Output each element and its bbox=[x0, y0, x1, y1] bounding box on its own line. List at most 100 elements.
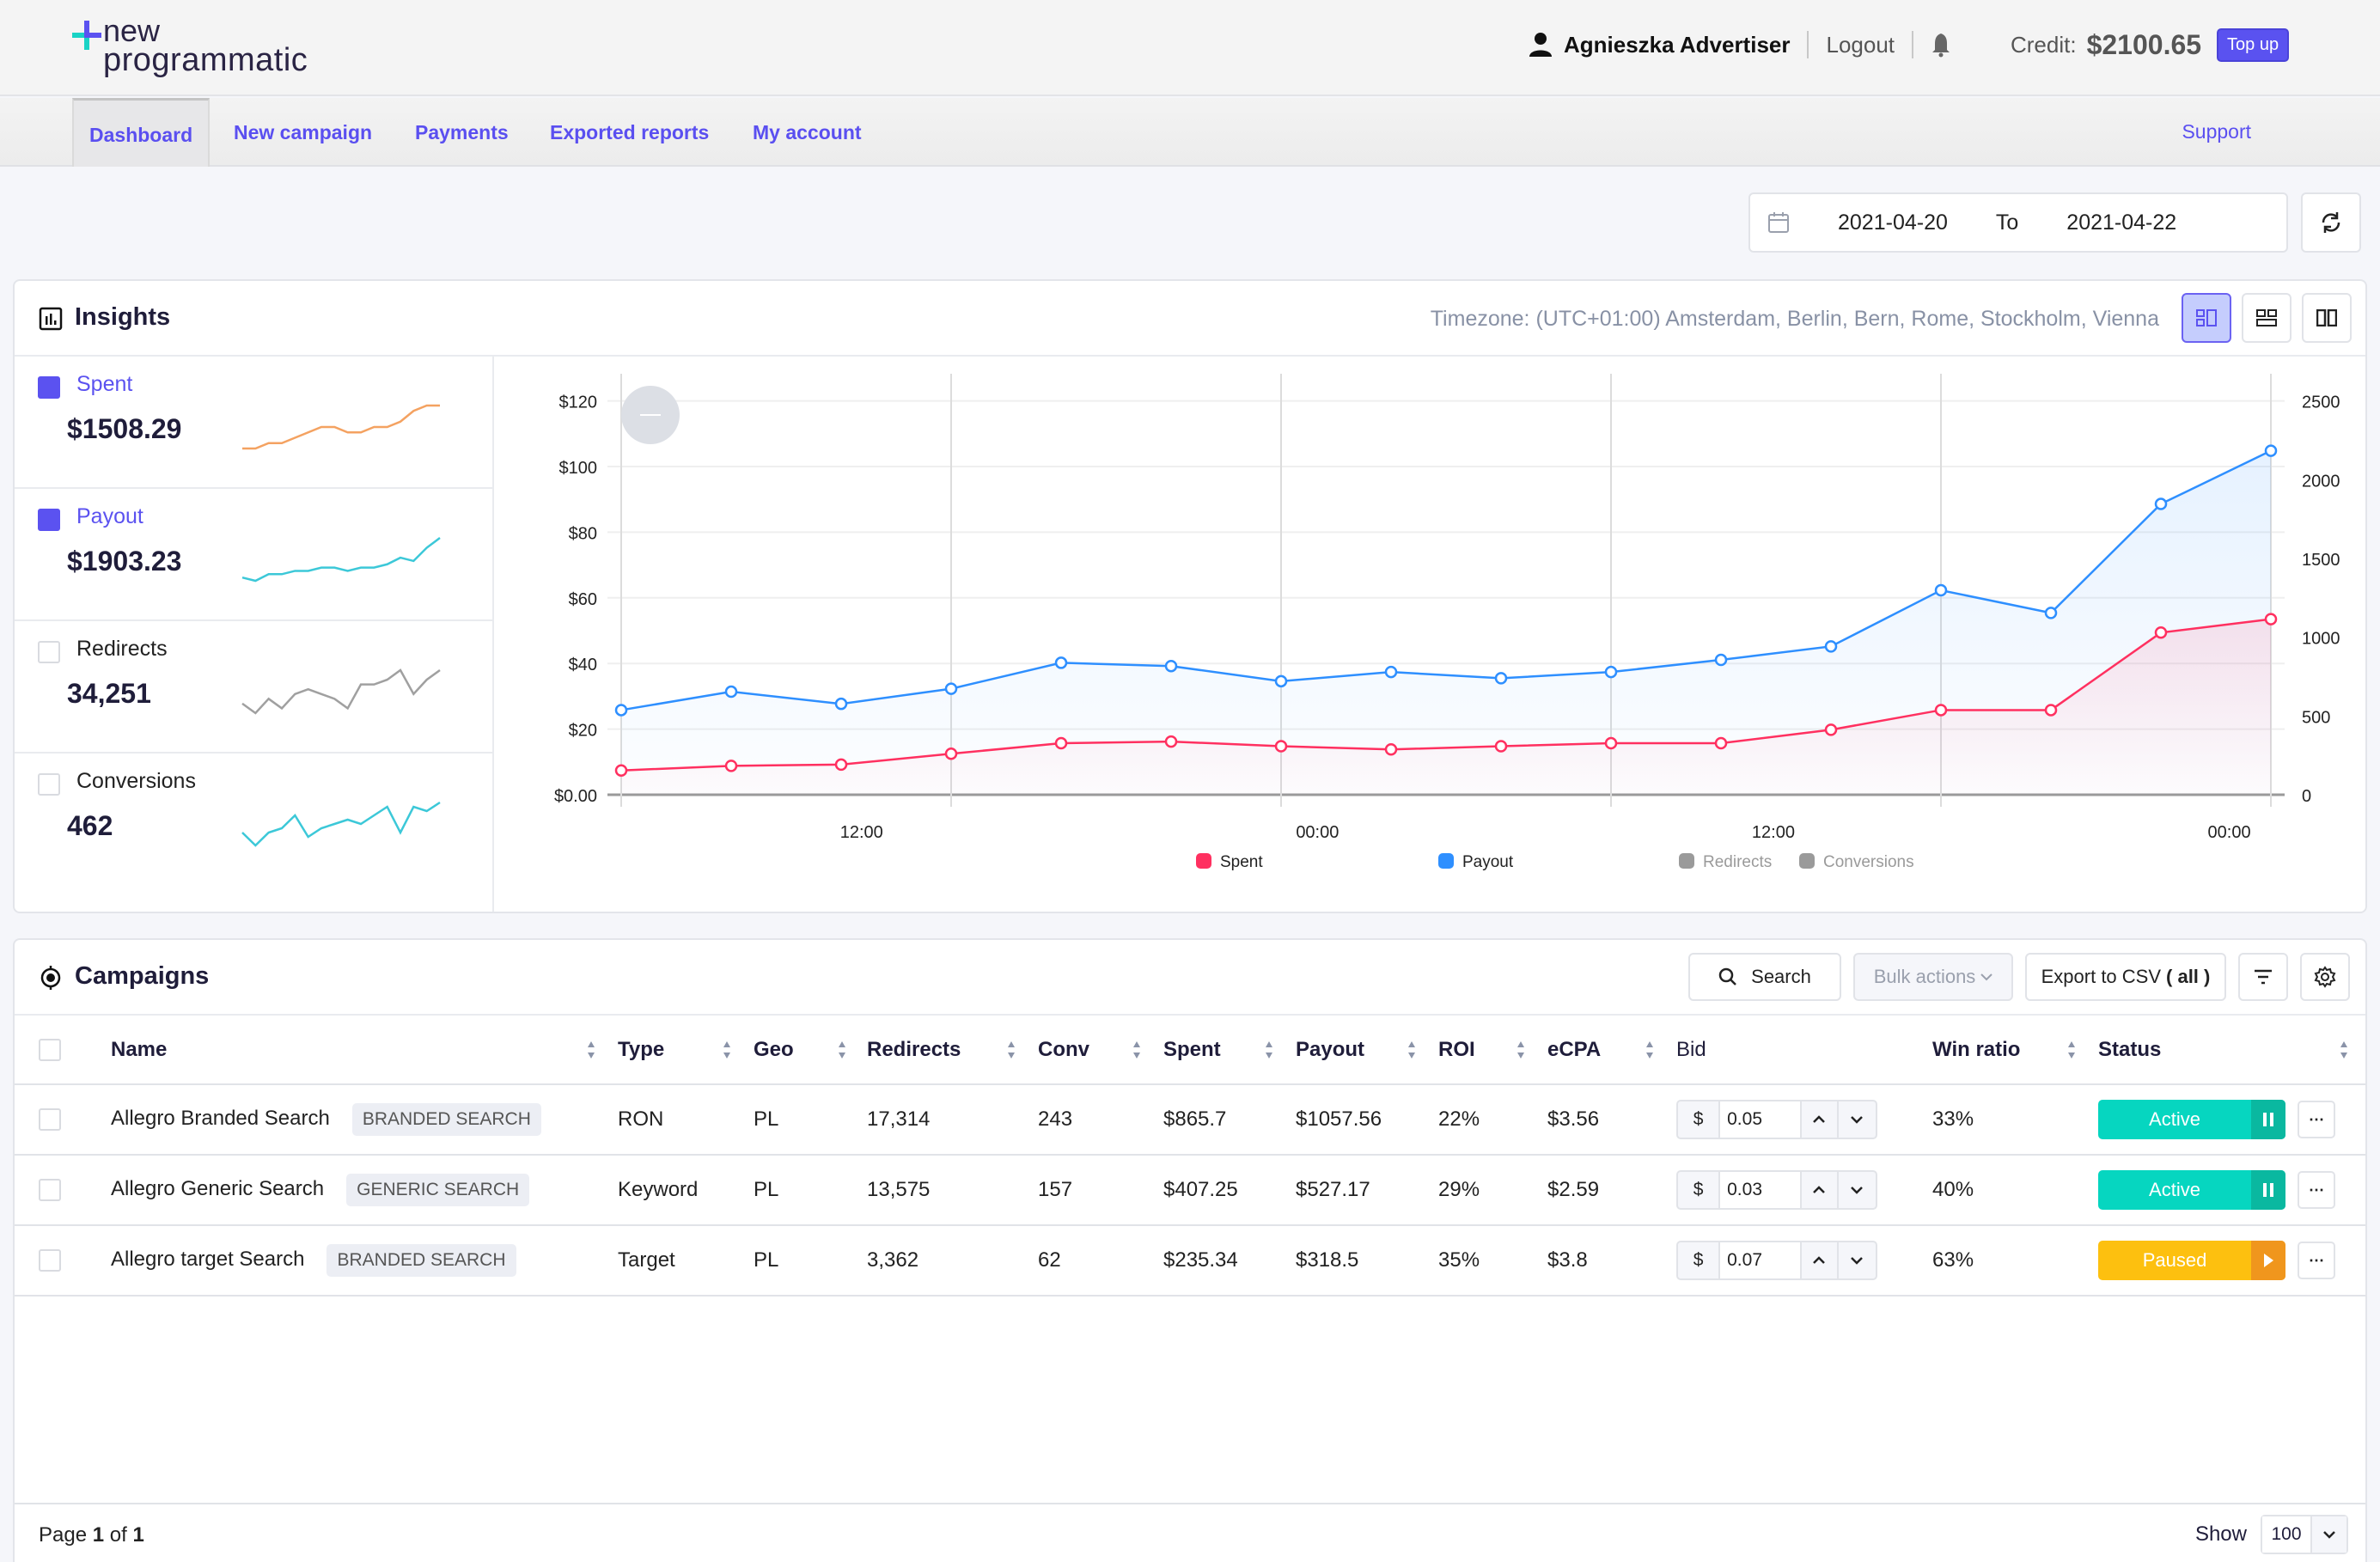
layout-columns-button[interactable] bbox=[2302, 293, 2352, 343]
logout-link[interactable]: Logout bbox=[1826, 32, 1895, 58]
date-to[interactable]: 2021-04-22 bbox=[2066, 211, 2176, 235]
metric-redirects[interactable]: Redirects 34,251 bbox=[15, 621, 492, 754]
sort-icon[interactable] bbox=[1407, 1039, 1416, 1061]
more-actions-button[interactable]: ⋯ bbox=[2298, 1242, 2335, 1279]
bell-icon[interactable] bbox=[1931, 32, 1951, 58]
sort-icon[interactable] bbox=[1516, 1039, 1525, 1061]
metric-checkbox[interactable] bbox=[38, 376, 278, 437]
metric-conversions[interactable]: Conversions 462 bbox=[15, 754, 492, 886]
metric-checkbox[interactable] bbox=[38, 641, 60, 663]
col-status[interactable]: Status bbox=[2098, 1016, 2365, 1085]
col-conv[interactable]: Conv bbox=[1038, 1016, 1163, 1085]
sort-icon[interactable] bbox=[587, 1039, 595, 1061]
nav-item-payments[interactable]: Payments bbox=[400, 98, 524, 167]
date-from[interactable]: 2021-04-20 bbox=[1838, 211, 1948, 235]
col-geo[interactable]: Geo bbox=[754, 1016, 867, 1085]
row-checkbox[interactable] bbox=[39, 1108, 61, 1131]
bid-increment-button[interactable] bbox=[1802, 1101, 1839, 1138]
pause-icon[interactable] bbox=[2251, 1100, 2285, 1139]
bid-stepper[interactable]: $ 0.05 bbox=[1676, 1100, 1877, 1139]
metric-checkbox[interactable] bbox=[38, 773, 60, 796]
sort-icon[interactable] bbox=[2067, 1039, 2076, 1061]
legend-item-payout[interactable]: Payout bbox=[1438, 853, 1514, 871]
nav-item-dashboard[interactable]: Dashboard bbox=[72, 98, 210, 167]
legend-item-spent[interactable]: Spent bbox=[1196, 853, 1263, 871]
layout-stacked-button[interactable] bbox=[2242, 293, 2292, 343]
nav-item-my-account[interactable]: My account bbox=[737, 98, 877, 167]
bid-decrement-button[interactable] bbox=[1839, 1101, 1876, 1138]
settings-button[interactable] bbox=[2300, 953, 2350, 1001]
sort-icon[interactable] bbox=[2340, 1039, 2348, 1061]
chevron-down-icon bbox=[1980, 973, 1993, 981]
cell-conv: 157 bbox=[1038, 1155, 1163, 1226]
cell-redirects: 13,575 bbox=[867, 1155, 1038, 1226]
col-ecpa[interactable]: eCPA bbox=[1547, 1016, 1676, 1085]
col-win-ratio[interactable]: Win ratio bbox=[1932, 1016, 2098, 1085]
table-row[interactable]: Allegro target Search BRANDED SEARCH Targ… bbox=[15, 1225, 2365, 1297]
col-spent[interactable]: Spent bbox=[1163, 1016, 1296, 1085]
select-all-checkbox[interactable] bbox=[39, 1038, 61, 1061]
bulk-actions-dropdown[interactable]: Bulk actions bbox=[1853, 953, 2013, 1001]
legend-item-conversions[interactable]: Conversions bbox=[1799, 853, 1914, 871]
sort-icon[interactable] bbox=[1645, 1039, 1654, 1061]
col-roi[interactable]: ROI bbox=[1438, 1016, 1547, 1085]
layout-split-button[interactable] bbox=[2182, 293, 2231, 343]
sort-icon[interactable] bbox=[1265, 1039, 1273, 1061]
pause-icon[interactable] bbox=[2251, 1170, 2285, 1210]
nav-item-new-campaign[interactable]: New campaign bbox=[218, 98, 388, 167]
data-point-spent bbox=[1824, 723, 1838, 736]
export-csv-button[interactable]: Export to CSV ( all ) bbox=[2025, 953, 2226, 1001]
metric-spent[interactable]: Spent $1508.29 bbox=[15, 357, 492, 489]
more-actions-button[interactable]: ⋯ bbox=[2298, 1171, 2335, 1209]
data-point-spent bbox=[1714, 736, 1728, 750]
table-row[interactable]: Allegro Generic Search GENERIC SEARCH Key… bbox=[15, 1155, 2365, 1226]
user-name[interactable]: Agnieszka Advertiser bbox=[1564, 32, 1790, 58]
campaign-name[interactable]: Allegro target Search bbox=[111, 1248, 304, 1271]
status-toggle[interactable]: Active bbox=[2098, 1170, 2285, 1210]
status-toggle[interactable]: Active bbox=[2098, 1100, 2285, 1139]
bid-stepper[interactable]: $ 0.03 bbox=[1676, 1170, 1877, 1210]
col-redirects[interactable]: Redirects bbox=[867, 1016, 1038, 1085]
bid-input[interactable]: 0.05 bbox=[1720, 1101, 1802, 1138]
sort-icon[interactable] bbox=[1132, 1039, 1141, 1061]
bid-increment-button[interactable] bbox=[1802, 1172, 1839, 1208]
bid-input[interactable]: 0.03 bbox=[1720, 1172, 1802, 1208]
zoom-reset-button[interactable] bbox=[621, 386, 680, 444]
bid-stepper[interactable]: $ 0.07 bbox=[1676, 1241, 1877, 1280]
bid-input[interactable]: 0.07 bbox=[1720, 1242, 1802, 1278]
table-row[interactable]: Allegro Branded Search BRANDED SEARCH RON… bbox=[15, 1084, 2365, 1156]
col-payout[interactable]: Payout bbox=[1296, 1016, 1438, 1085]
y-tick-label-left: $20 bbox=[569, 722, 597, 741]
search-label: Search bbox=[1751, 966, 1811, 987]
play-icon[interactable] bbox=[2251, 1241, 2285, 1280]
page-size-dropdown[interactable] bbox=[2312, 1516, 2346, 1553]
metric-payout[interactable]: Payout $1903.23 bbox=[15, 489, 492, 621]
row-checkbox[interactable] bbox=[39, 1249, 61, 1272]
status-toggle[interactable]: Paused bbox=[2098, 1241, 2285, 1280]
search-button[interactable]: Search bbox=[1688, 953, 1841, 1001]
support-link[interactable]: Support bbox=[2182, 120, 2251, 143]
data-point-spent bbox=[1164, 735, 1178, 748]
campaign-name[interactable]: Allegro Branded Search bbox=[111, 1107, 330, 1130]
sort-icon[interactable] bbox=[723, 1039, 731, 1061]
sort-icon[interactable] bbox=[838, 1039, 846, 1061]
bid-decrement-button[interactable] bbox=[1839, 1172, 1876, 1208]
metric-checkbox[interactable] bbox=[38, 509, 278, 570]
nav-item-exported-reports[interactable]: Exported reports bbox=[534, 98, 724, 167]
filter-button[interactable] bbox=[2238, 953, 2288, 1001]
sort-icon[interactable] bbox=[1007, 1039, 1016, 1061]
bid-decrement-button[interactable] bbox=[1839, 1242, 1876, 1278]
col-type[interactable]: Type bbox=[618, 1016, 754, 1085]
refresh-button[interactable] bbox=[2301, 192, 2361, 253]
legend-item-redirects[interactable]: Redirects bbox=[1679, 853, 1772, 871]
row-checkbox[interactable] bbox=[39, 1179, 61, 1201]
bid-increment-button[interactable] bbox=[1802, 1242, 1839, 1278]
campaign-name[interactable]: Allegro Generic Search bbox=[111, 1177, 324, 1200]
logo[interactable]: new programmatic bbox=[72, 15, 330, 77]
col-name[interactable]: Name bbox=[111, 1016, 618, 1085]
page-size-select[interactable]: 100 bbox=[2261, 1515, 2348, 1554]
top-up-button[interactable]: Top up bbox=[2217, 27, 2290, 62]
metrics-list: Spent $1508.29 Payout $1903.23 Redirects… bbox=[15, 357, 494, 912]
more-actions-button[interactable]: ⋯ bbox=[2298, 1101, 2335, 1138]
date-range-picker[interactable]: 2021-04-20 To 2021-04-22 bbox=[1748, 192, 2288, 253]
